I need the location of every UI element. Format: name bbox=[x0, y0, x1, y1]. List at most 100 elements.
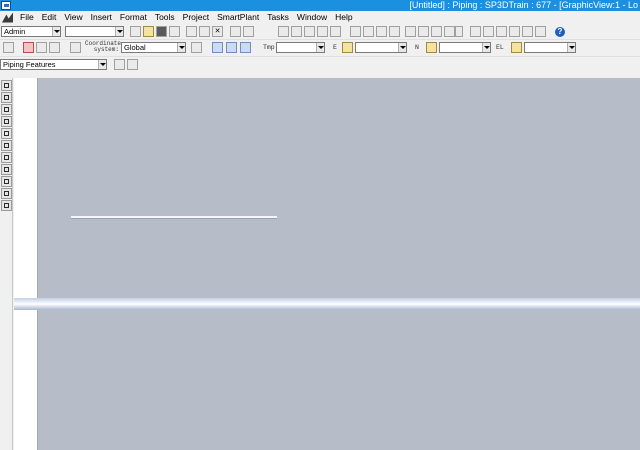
field-el-label: EL bbox=[496, 44, 504, 51]
menu-format[interactable]: Format bbox=[116, 11, 151, 24]
save-icon[interactable] bbox=[156, 26, 167, 37]
insert-component-icon[interactable] bbox=[1, 104, 12, 115]
redo-icon[interactable] bbox=[291, 26, 302, 37]
insert-tap-glyph-icon bbox=[4, 119, 9, 124]
undo-icon[interactable] bbox=[278, 26, 289, 37]
menu-view[interactable]: View bbox=[60, 11, 86, 24]
reposition-icon[interactable] bbox=[49, 42, 60, 53]
chevron-down-icon[interactable] bbox=[482, 43, 490, 52]
field-el-combo[interactable] bbox=[524, 42, 576, 53]
target-icon[interactable] bbox=[23, 42, 34, 53]
coordinate-system-picker-icon[interactable] bbox=[191, 42, 202, 53]
chevron-down-icon[interactable] bbox=[177, 43, 185, 52]
zoom-icon[interactable] bbox=[470, 26, 481, 37]
field-e-label: E bbox=[333, 44, 337, 51]
pinpoint-icon[interactable] bbox=[3, 42, 14, 53]
insert-specialty-icon[interactable] bbox=[1, 140, 12, 151]
view-iso-icon[interactable] bbox=[350, 26, 361, 37]
title-bar: [Untitled] : Piping : SP3DTrain : 677 - … bbox=[0, 0, 640, 11]
x-glyph-icon: ✕ bbox=[214, 28, 221, 35]
rectangular-mode-icon[interactable] bbox=[212, 42, 223, 53]
mirror-icon[interactable] bbox=[243, 26, 254, 37]
previous-view-icon[interactable] bbox=[535, 26, 546, 37]
insert-support-icon[interactable] bbox=[1, 164, 12, 175]
select-inside-icon[interactable] bbox=[127, 59, 138, 70]
print-icon[interactable] bbox=[169, 26, 180, 37]
copy-icon[interactable] bbox=[199, 26, 210, 37]
filter-combo[interactable] bbox=[65, 26, 124, 37]
view-top-icon[interactable] bbox=[363, 26, 374, 37]
chevron-down-icon[interactable] bbox=[115, 27, 123, 36]
menu-insert[interactable]: Insert bbox=[87, 11, 116, 24]
insert-tap-icon[interactable] bbox=[1, 116, 12, 127]
connect-icon[interactable] bbox=[1, 188, 12, 199]
lock-el-icon[interactable] bbox=[511, 42, 522, 53]
route-slope-glyph-icon bbox=[4, 155, 9, 160]
zoom-area-icon[interactable] bbox=[496, 26, 507, 37]
menu-edit[interactable]: Edit bbox=[38, 11, 61, 24]
insert-flange-icon[interactable] bbox=[1, 176, 12, 187]
coordinate-system-combo[interactable]: Global bbox=[121, 42, 186, 53]
pan-icon[interactable] bbox=[483, 26, 494, 37]
route-slope-icon[interactable] bbox=[1, 152, 12, 163]
clip-icon[interactable] bbox=[405, 26, 416, 37]
spherical-mode-icon[interactable] bbox=[226, 42, 237, 53]
field-tmp-label: Tmp bbox=[263, 44, 275, 51]
chevron-down-icon[interactable] bbox=[98, 60, 106, 69]
menu-tools[interactable]: Tools bbox=[151, 11, 179, 24]
field-n-combo[interactable] bbox=[439, 42, 491, 53]
rotate-view-icon[interactable] bbox=[522, 26, 533, 37]
permission-group-combo[interactable]: Admin bbox=[1, 26, 61, 37]
view-side-icon[interactable] bbox=[389, 26, 400, 37]
connect-glyph-icon bbox=[4, 191, 9, 196]
field-e-combo[interactable] bbox=[355, 42, 407, 53]
grid-icon[interactable] bbox=[36, 42, 47, 53]
cut-icon[interactable] bbox=[186, 26, 197, 37]
insert-split-icon[interactable] bbox=[1, 128, 12, 139]
measure-icon[interactable] bbox=[1, 200, 12, 211]
chevron-down-icon[interactable] bbox=[455, 26, 463, 37]
chevron-down-icon[interactable] bbox=[567, 43, 575, 52]
insert-component-glyph-icon bbox=[4, 107, 9, 112]
filter-properties-icon[interactable] bbox=[114, 59, 125, 70]
select-set-icon[interactable] bbox=[304, 26, 315, 37]
menu-help[interactable]: Help bbox=[331, 11, 356, 24]
field-tmp-combo[interactable] bbox=[276, 42, 325, 53]
chevron-down-icon[interactable] bbox=[52, 27, 60, 36]
delete-icon[interactable]: ✕ bbox=[212, 26, 223, 37]
coordinate-label-line2: system: bbox=[93, 46, 119, 53]
insert-support-glyph-icon bbox=[4, 167, 9, 172]
common-views-icon[interactable] bbox=[431, 26, 442, 37]
graphic-view[interactable] bbox=[38, 78, 640, 450]
pinpoint-toolbar: Coordinate system: Global Tmp E N EL bbox=[0, 39, 640, 55]
fit-icon[interactable] bbox=[509, 26, 520, 37]
locate-filter-combo[interactable]: Piping Features bbox=[0, 59, 107, 70]
move-icon[interactable] bbox=[230, 26, 241, 37]
app-icon bbox=[1, 1, 11, 10]
menu-file[interactable]: File bbox=[16, 11, 38, 24]
look-at-icon[interactable] bbox=[418, 26, 429, 37]
chevron-down-icon[interactable] bbox=[316, 43, 324, 52]
cylindrical-mode-icon[interactable] bbox=[240, 42, 251, 53]
help-icon[interactable]: ? bbox=[555, 27, 565, 37]
chevron-down-icon[interactable] bbox=[398, 43, 406, 52]
route-pipe-icon[interactable] bbox=[1, 92, 12, 103]
properties-icon[interactable] bbox=[317, 26, 328, 37]
check-icon[interactable] bbox=[330, 26, 341, 37]
insert-specialty-glyph-icon bbox=[4, 143, 9, 148]
pipe-run-long[interactable] bbox=[14, 298, 640, 310]
coordinate-settings-icon[interactable] bbox=[70, 42, 81, 53]
menu-window[interactable]: Window bbox=[293, 11, 331, 24]
lock-e-icon[interactable] bbox=[342, 42, 353, 53]
menu-tasks[interactable]: Tasks bbox=[263, 11, 293, 24]
menu-smartplant[interactable]: SmartPlant bbox=[213, 11, 263, 24]
open-folder-icon[interactable] bbox=[143, 26, 154, 37]
view-front-icon[interactable] bbox=[376, 26, 387, 37]
render-mode-icon[interactable] bbox=[444, 26, 455, 37]
new-file-icon[interactable] bbox=[130, 26, 141, 37]
menu-project[interactable]: Project bbox=[179, 11, 213, 24]
select-icon[interactable] bbox=[1, 80, 12, 91]
system-menu-icon[interactable] bbox=[2, 12, 13, 23]
lock-n-icon[interactable] bbox=[426, 42, 437, 53]
pipe-run-short[interactable] bbox=[71, 216, 277, 219]
